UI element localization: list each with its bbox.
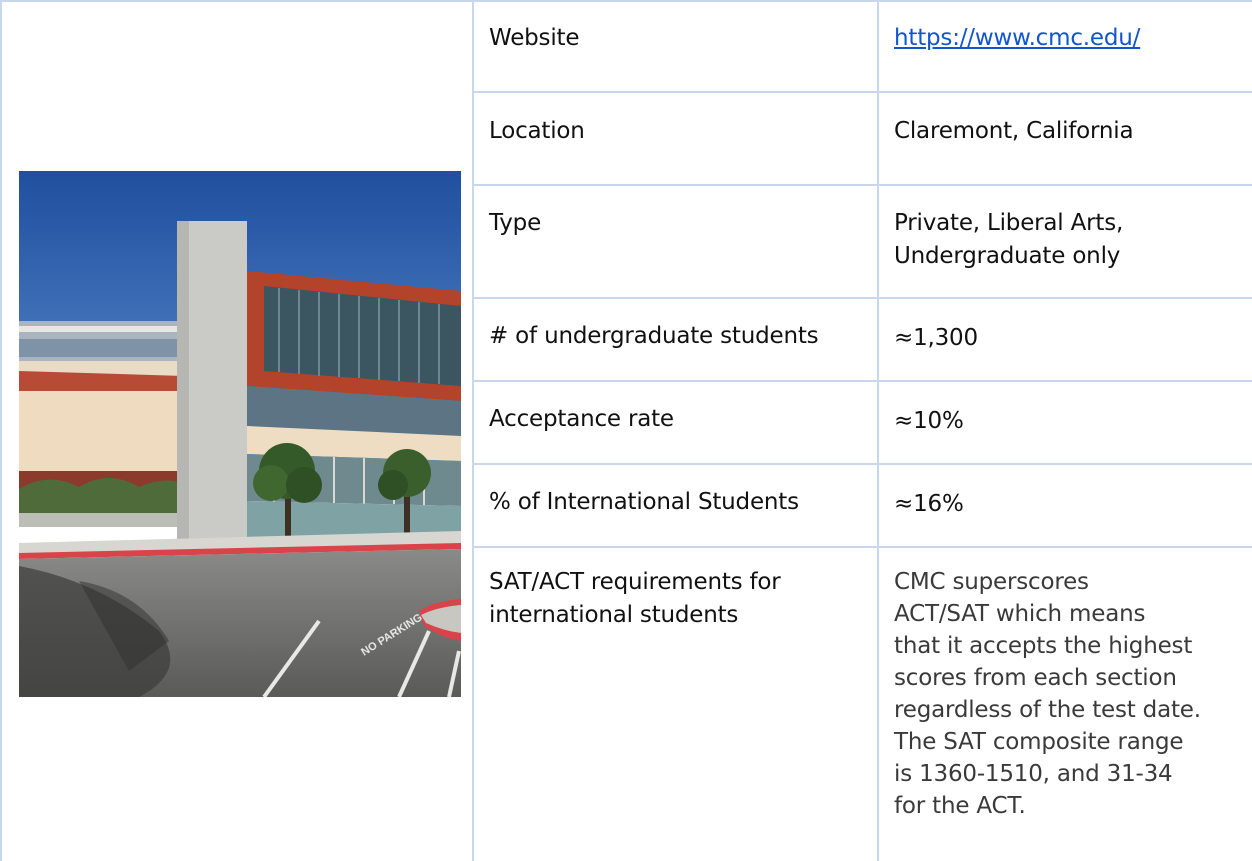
value-acceptance-rate: ≈10% [894,408,964,434]
value-undergraduate-count: ≈1,300 [894,325,978,351]
row-divider-1 [472,91,1252,93]
value-location: Claremont, California [894,118,1134,144]
row-divider-5 [472,463,1252,465]
page: NO PARKING Website https://www.cmc.edu/ … [0,0,1252,861]
row-divider-3 [472,297,1252,299]
table-border-col1 [472,0,474,861]
website-link[interactable]: https://www.cmc.edu/ [894,22,1140,55]
value-type: Private, Liberal Arts, Undergraduate onl… [894,210,1124,269]
table-border-col2 [877,0,879,861]
campus-photo: NO PARKING [19,171,461,697]
row-divider-6 [472,546,1252,548]
label-type: Type [489,210,542,236]
label-website: Website [489,25,580,51]
label-undergraduate-count: # of undergraduate students [489,323,819,349]
label-acceptance-rate: Acceptance rate [489,406,674,432]
label-sat-act-requirements: SAT/ACT requirements for international s… [489,569,781,628]
row-divider-4 [472,380,1252,382]
value-sat-act-requirements: CMC superscores ACT/SAT which means that… [894,569,1201,819]
label-international-students: % of International Students [489,489,799,515]
value-international-students: ≈16% [894,491,964,517]
label-location: Location [489,118,585,144]
table-border-left [0,0,2,861]
table-border-top [0,0,1252,2]
row-divider-2 [472,184,1252,186]
